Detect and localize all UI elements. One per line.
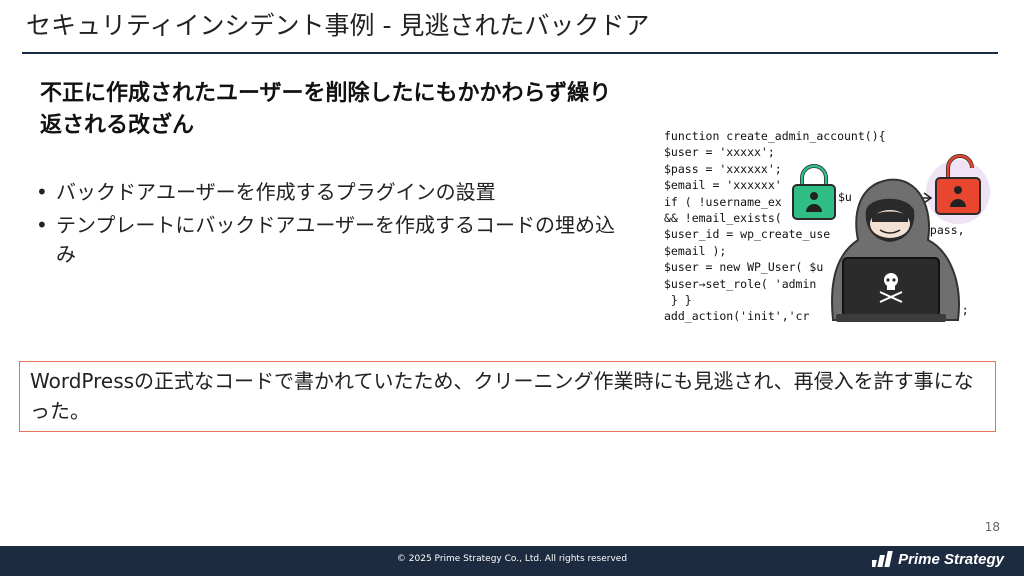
title-divider [22, 52, 998, 54]
slide-title: セキュリティインシデント事例 - 見逃されたバックドア [26, 11, 650, 40]
code-fragment: $u [838, 190, 852, 204]
bullet-text: テンプレートにバックドアユーザーを作成するコードの埋め込み [56, 213, 615, 266]
page-number: 18 [984, 520, 1000, 534]
bullet-text: バックドアユーザーを作成するプラグインの設置 [56, 180, 496, 204]
padlock-red-open-icon [926, 154, 990, 224]
brand-logo: Prime Strategy [872, 550, 1004, 568]
laptop-skull-icon [836, 257, 946, 322]
brand-name: Prime Strategy [898, 550, 1004, 568]
prime-strategy-logo-icon [872, 551, 893, 567]
copyright-text: © 2025 Prime Strategy Co., Ltd. All righ… [396, 554, 628, 564]
bullet-dot: • [36, 180, 48, 204]
slide-subheading: 不正に作成されたユーザーを削除したにもかかわらず繰り返される改ざん [40, 81, 612, 138]
bullet-list: • バックドアユーザーを作成するプラグインの設置 • テンプレートにバックドアユーザ… [34, 178, 634, 273]
bullet-item: • バックドアユーザーを作成するプラグインの設置 [34, 178, 634, 207]
padlock-green-icon [792, 164, 836, 220]
bullet-dot: • [36, 213, 48, 237]
bullet-item: • テンプレートにバックドアユーザーを作成するコードの埋め込み [34, 211, 634, 269]
note-callout: WordPressの正式なコードで書かれていたため、クリーニング作業時にも見逃さ… [19, 361, 996, 432]
hacker-illustration: $u $pass, nt'); [792, 154, 990, 322]
footer-bar: © 2025 Prime Strategy Co., Ltd. All righ… [0, 546, 1024, 576]
